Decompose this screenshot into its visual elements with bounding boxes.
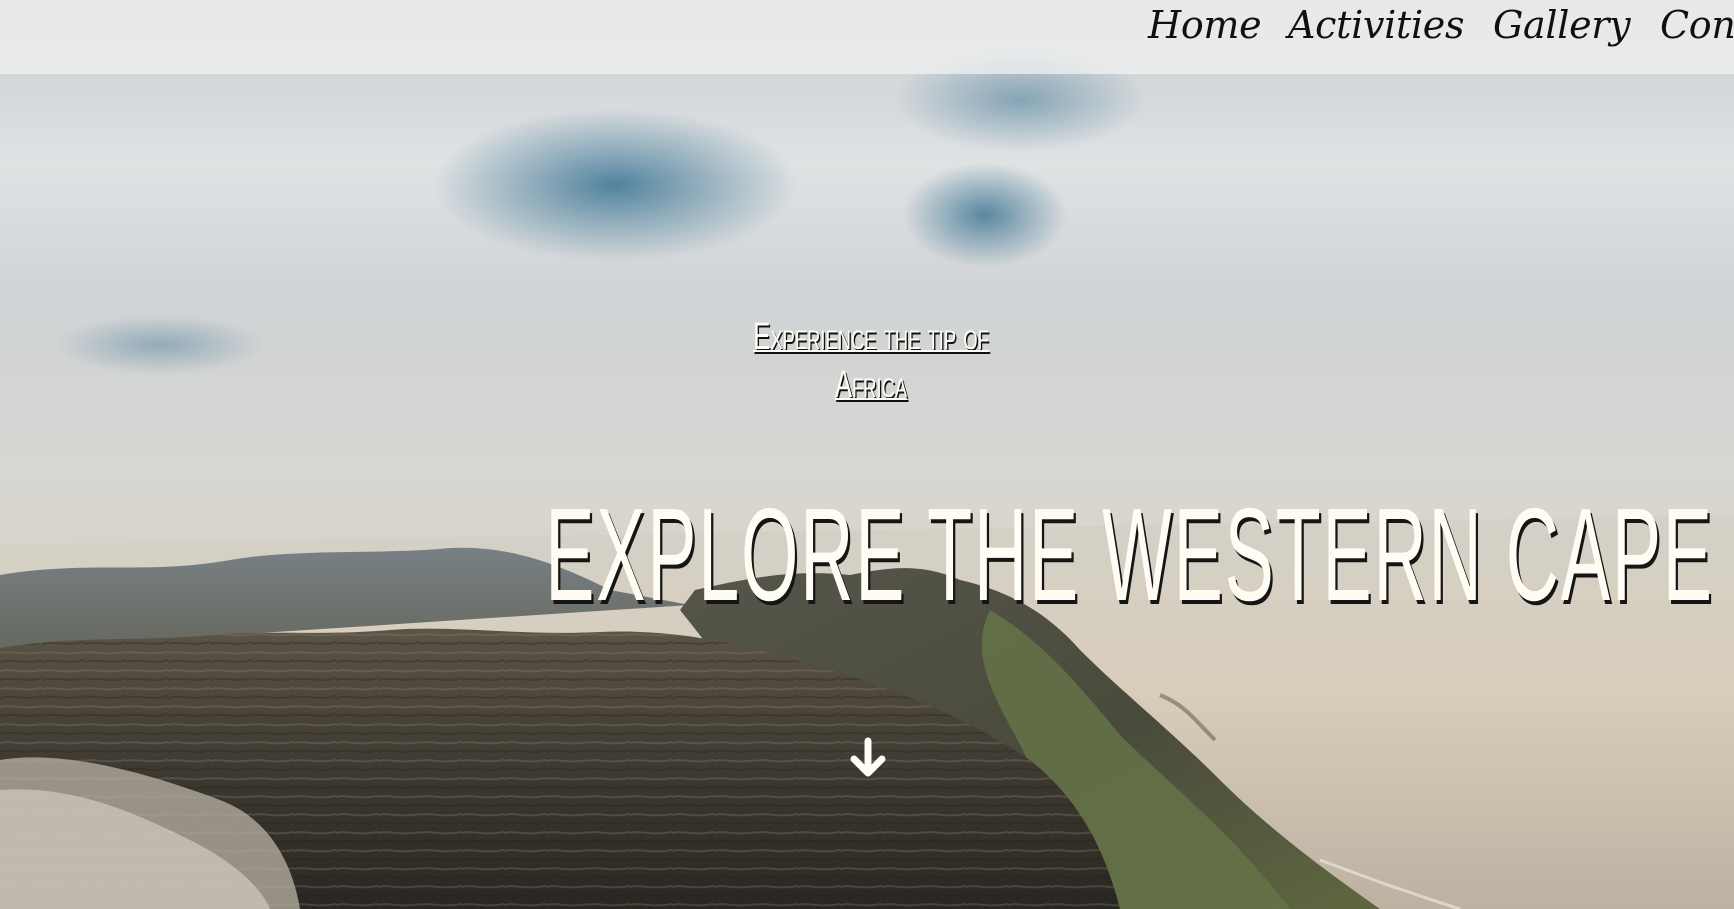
nav-link-gallery[interactable]: Gallery: [1493, 2, 1631, 48]
nav-link-home[interactable]: Home: [1148, 2, 1262, 48]
arrow-down-icon[interactable]: [842, 734, 894, 786]
hero-eyebrow-text: Experience the tip of Africa: [753, 316, 989, 406]
nav-link-activities[interactable]: Activities: [1288, 2, 1464, 48]
nav-link-contact[interactable]: Cont: [1660, 2, 1734, 48]
hero-headline: EXPLORE THE WESTERN CAPE: [545, 481, 1714, 629]
main-navigation: Home Activities Gallery Cont: [0, 0, 1734, 74]
hero-section: Home Activities Gallery Cont Experience …: [0, 0, 1734, 909]
